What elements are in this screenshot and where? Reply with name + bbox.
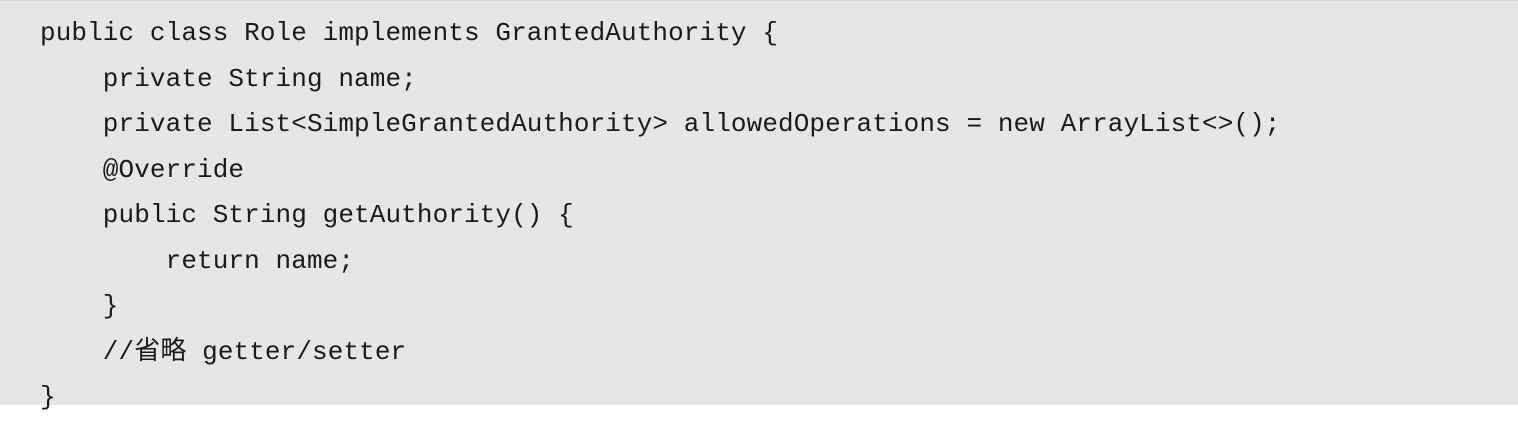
code-lines: public class Role implements GrantedAuth… <box>40 11 1281 421</box>
code-line-class-close-brace: } <box>40 382 56 412</box>
code-line-override-annotation: @Override <box>40 154 245 185</box>
code-line-allowed-operations-field: private List<SimpleGrantedAuthority> all… <box>40 109 1281 139</box>
code-line-name-field: private String name; <box>40 63 417 94</box>
code-line-method-close-brace: } <box>40 291 119 321</box>
code-block: public class Role implements GrantedAuth… <box>0 0 1518 412</box>
code-line-class-declaration: public class Role implements GrantedAuth… <box>40 18 779 48</box>
code-line-comment: //省略 getter/setter <box>40 336 407 367</box>
code-line-get-authority-signature: public String getAuthority() { <box>40 200 574 230</box>
code-line-return-statement: return name; <box>40 245 355 276</box>
